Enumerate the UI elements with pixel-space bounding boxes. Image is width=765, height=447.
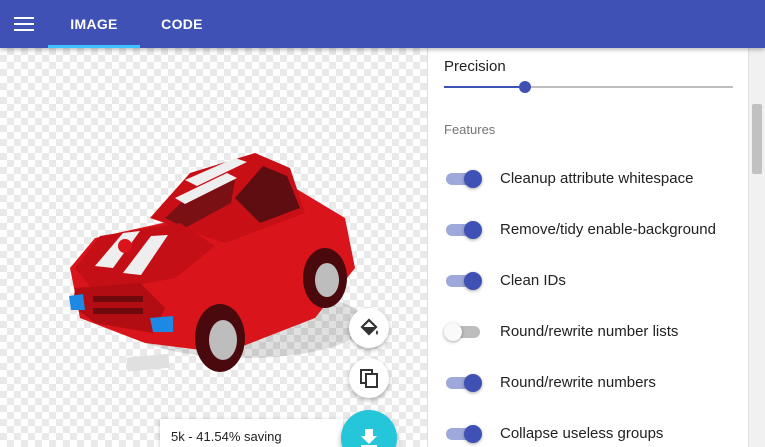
tab-code[interactable]: CODE [140, 0, 224, 48]
menu-icon[interactable] [10, 10, 38, 38]
feature-toggle-cleanup-attribute-whitespace[interactable]: Cleanup attribute whitespace [444, 164, 744, 194]
paint-bucket-icon [360, 318, 378, 336]
feature-toggle-round-rewrite-numbers[interactable]: Round/rewrite numbers [444, 368, 744, 398]
download-icon [361, 429, 377, 447]
copy-icon [360, 369, 378, 388]
download-button[interactable] [341, 410, 397, 447]
scrollbar-thumb[interactable] [752, 104, 762, 174]
toggle-switch[interactable] [444, 374, 482, 392]
feature-label: Round/rewrite number lists [500, 323, 679, 340]
tab-image[interactable]: IMAGE [48, 0, 140, 48]
feature-toggle-clean-ids[interactable]: Clean IDs [444, 266, 744, 296]
app-toolbar: IMAGE CODE [0, 0, 765, 48]
precision-slider[interactable] [444, 78, 733, 96]
savings-readout: 5k - 41.54% saving [160, 419, 343, 447]
active-tab-indicator [48, 45, 140, 48]
feature-toggle-remove-tidy-enable-background[interactable]: Remove/tidy enable-background [444, 215, 744, 245]
features-heading: Features [444, 122, 496, 137]
feature-label: Clean IDs [500, 272, 566, 289]
feature-toggle-collapse-useless-groups[interactable]: Collapse useless groups [444, 419, 744, 447]
toggle-switch[interactable] [444, 221, 482, 239]
feature-label: Remove/tidy enable-background [500, 221, 716, 238]
copy-button[interactable] [349, 358, 389, 398]
car-illustration [69, 153, 365, 372]
feature-label: Cleanup attribute whitespace [500, 170, 694, 187]
settings-scrollbar[interactable] [748, 48, 765, 447]
feature-label: Round/rewrite numbers [500, 374, 656, 391]
toggle-switch[interactable] [444, 323, 482, 341]
feature-label: Collapse useless groups [500, 425, 664, 442]
precision-label: Precision [444, 58, 506, 75]
paint-bucket-button[interactable] [349, 308, 389, 348]
settings-panel: Precision Features Cleanup attribute whi… [427, 48, 765, 447]
image-preview: 5k - 41.54% saving [0, 48, 427, 447]
toggle-switch[interactable] [444, 170, 482, 188]
precision-slider-thumb[interactable] [518, 81, 531, 93]
toggle-switch[interactable] [444, 272, 482, 290]
toggle-switch[interactable] [444, 425, 482, 443]
feature-toggle-round-rewrite-number-lists[interactable]: Round/rewrite number lists [444, 317, 744, 347]
